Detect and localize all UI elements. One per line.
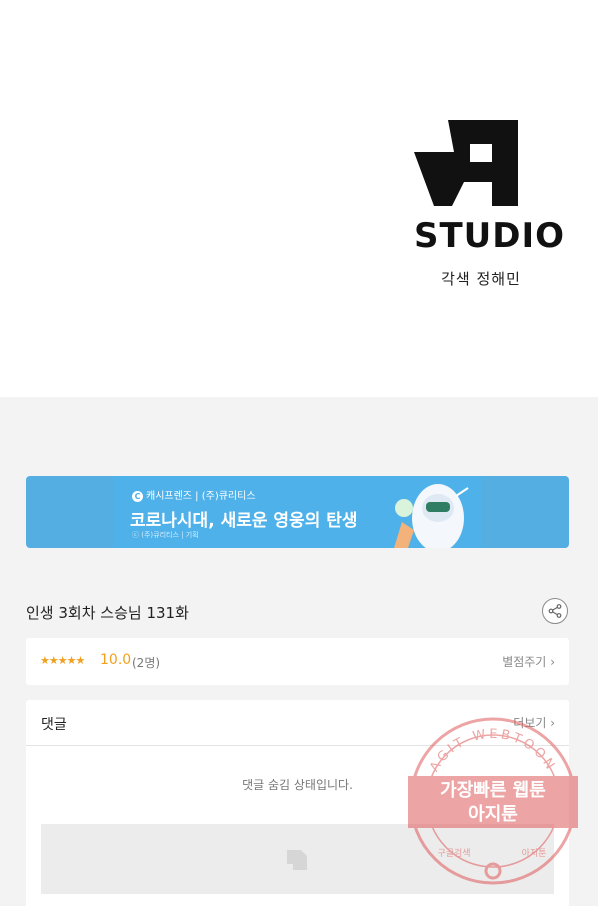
watermark-stamp: AGIT WEBTOON 가장빠른 웹툰 아지툰 구글검색 아지툰 — [408, 717, 578, 885]
image-placeholder-icon — [287, 850, 307, 870]
ad-brand: C 캐시프렌즈 | (주)큐리티스 — [132, 487, 256, 502]
watermark-bottom-right: 아지툰 — [522, 848, 547, 859]
rating-panel: ★★★★★ 10.0 (2명) 별점주기 › — [26, 638, 569, 685]
brand-c-icon: C — [132, 491, 143, 502]
ad-banner-content[interactable]: C 캐시프렌즈 | (주)큐리티스 코로나시대, 새로운 영웅의 탄생 ⓒ (주)… — [114, 476, 482, 548]
comment-title: 댓글 — [41, 717, 67, 733]
rating-stars-icon: ★★★★★ — [40, 654, 85, 667]
episode-image-area: STUDIO 각색 정해민 — [0, 0, 598, 397]
credit-text: 각색 정해민 — [441, 270, 521, 288]
ad-title: 코로나시대, 새로운 영웅의 탄생 — [130, 511, 358, 531]
ad-subtitle: ⓒ (주)큐리티스 | 기획 — [132, 531, 199, 539]
rating-score: 10.0 — [100, 652, 132, 668]
studio-logo-text: STUDIO — [414, 216, 566, 256]
share-icon — [548, 604, 562, 618]
watermark-line2: 아지툰 — [468, 804, 518, 825]
watermark-line1: 가장빠른 웹툰 — [440, 780, 546, 801]
share-button[interactable] — [542, 598, 568, 624]
watermark-bottom-left: 구글검색 — [437, 847, 470, 859]
hero-illustration-icon — [394, 484, 469, 548]
studio-logo-icon — [414, 120, 518, 206]
rating-count: (2명) — [132, 656, 161, 670]
rate-button[interactable]: 별점주기 › — [502, 653, 555, 670]
studio-logo: STUDIO — [414, 120, 566, 256]
google-icon — [484, 862, 502, 880]
chevron-right-icon: › — [550, 655, 555, 669]
episode-title: 인생 3회차 스승님 131화 — [26, 604, 189, 622]
ad-banner[interactable]: C 캐시프렌즈 | (주)큐리티스 코로나시대, 새로운 영웅의 탄생 ⓒ (주)… — [26, 476, 569, 548]
